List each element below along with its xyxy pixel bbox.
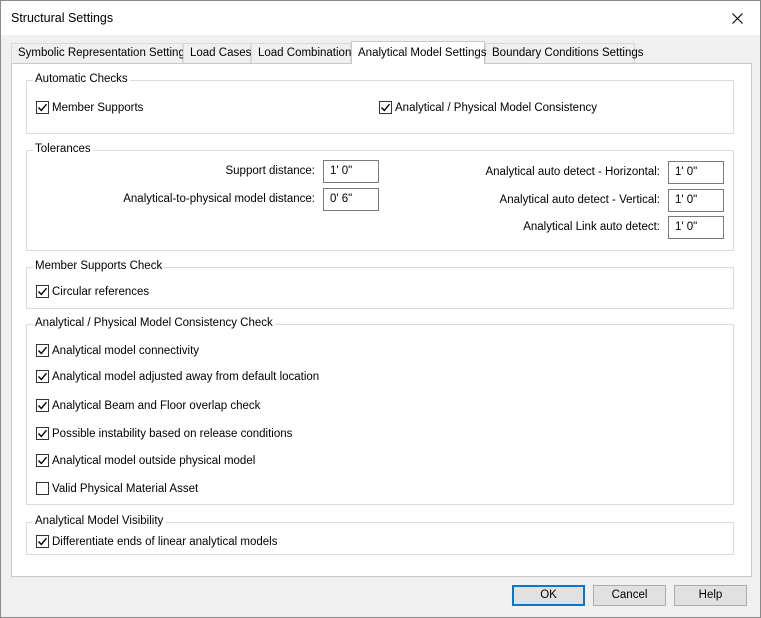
consistency-check-title: Analytical / Physical Model Consistency … (33, 317, 275, 329)
analytical-to-physical-distance-field[interactable]: 0' 6" (323, 188, 379, 211)
close-button[interactable] (714, 1, 760, 35)
tolerances-group: Tolerances Support distance: 1' 0" Analy… (26, 143, 734, 251)
checkbox-box (36, 285, 49, 298)
auto-detect-horizontal-field[interactable]: 1' 0" (668, 161, 724, 184)
automatic-checks-title: Automatic Checks (33, 73, 130, 85)
analytical-to-physical-distance-label: Analytical-to-physical model distance: (123, 193, 315, 205)
checkmark-icon (37, 287, 48, 296)
tab-symbolic-representation-settings[interactable]: Symbolic Representation Settings (11, 43, 191, 63)
checkbox-box (36, 454, 49, 467)
member-supports-check-group: Member Supports Check Circular reference… (26, 260, 734, 309)
link-auto-detect-label: Analytical Link auto detect: (523, 221, 660, 233)
checkbox-box (379, 101, 392, 114)
checkmark-icon (37, 401, 48, 410)
tab-load-combinations[interactable]: Load Combinations (251, 43, 357, 63)
checkbox-label: Valid Physical Material Asset (52, 482, 199, 495)
circular-references-checkbox[interactable]: Circular references (36, 285, 149, 298)
cancel-button[interactable]: Cancel (593, 585, 666, 606)
checkmark-icon (37, 537, 48, 546)
checkbox-label: Circular references (52, 285, 150, 298)
checkbox-box (36, 482, 49, 495)
tab-load-cases[interactable]: Load Cases (183, 43, 251, 63)
outside-physical-model-checkbox[interactable]: Analytical model outside physical model (36, 454, 255, 467)
consistency-check-group: Analytical / Physical Model Consistency … (26, 317, 734, 505)
checkbox-label: Differentiate ends of linear analytical … (52, 535, 278, 548)
analytical-model-connectivity-checkbox[interactable]: Analytical model connectivity (36, 344, 199, 357)
checkbox-label: Analytical model adjusted away from defa… (52, 370, 320, 383)
automatic-checks-group: Automatic Checks Member Supports Analyti… (26, 73, 734, 134)
checkmark-icon (37, 103, 48, 112)
support-distance-label: Support distance: (225, 165, 315, 177)
tab-boundary-conditions-settings[interactable]: Boundary Conditions Settings (485, 43, 644, 63)
tab-analytical-model-settings[interactable]: Analytical Model Settings (351, 41, 486, 64)
consistency-checkbox[interactable]: Analytical / Physical Model Consistency (379, 101, 597, 114)
checkmark-icon (37, 456, 48, 465)
checkbox-box (36, 399, 49, 412)
checkbox-label: Analytical model outside physical model (52, 454, 256, 467)
checkbox-label: Member Supports (52, 101, 144, 114)
valid-physical-material-asset-checkbox[interactable]: Valid Physical Material Asset (36, 482, 198, 495)
auto-detect-horizontal-label: Analytical auto detect - Horizontal: (485, 166, 660, 178)
checkmark-icon (37, 346, 48, 355)
checkbox-box (36, 101, 49, 114)
analytical-model-visibility-group: Analytical Model Visibility Differentiat… (26, 515, 734, 555)
member-supports-checkbox[interactable]: Member Supports (36, 101, 143, 114)
link-auto-detect-field[interactable]: 1' 0" (668, 216, 724, 239)
adjusted-away-from-default-checkbox[interactable]: Analytical model adjusted away from defa… (36, 370, 319, 383)
support-distance-field[interactable]: 1' 0" (323, 160, 379, 183)
beam-floor-overlap-checkbox[interactable]: Analytical Beam and Floor overlap check (36, 399, 260, 412)
checkbox-label: Analytical Beam and Floor overlap check (52, 399, 261, 412)
member-supports-check-title: Member Supports Check (33, 260, 165, 272)
dialog-title: Structural Settings (11, 11, 114, 25)
checkmark-icon (380, 103, 391, 112)
checkbox-box (36, 535, 49, 548)
checkbox-box (36, 427, 49, 440)
analytical-model-visibility-title: Analytical Model Visibility (33, 515, 166, 527)
checkbox-box (36, 344, 49, 357)
ok-button[interactable]: OK (512, 585, 585, 606)
tolerances-title: Tolerances (33, 143, 93, 155)
analytical-model-settings-panel: Automatic Checks Member Supports Analyti… (11, 63, 752, 577)
checkmark-icon (37, 429, 48, 438)
instability-release-conditions-checkbox[interactable]: Possible instability based on release co… (36, 427, 292, 440)
auto-detect-vertical-label: Analytical auto detect - Vertical: (499, 194, 660, 206)
structural-settings-dialog: Structural Settings Symbolic Representat… (0, 0, 761, 618)
title-bar: Structural Settings (1, 1, 760, 35)
checkbox-box (36, 370, 49, 383)
dialog-footer: OK Cancel Help (1, 579, 760, 617)
help-button[interactable]: Help (674, 585, 747, 606)
checkmark-icon (37, 372, 48, 381)
checkbox-label: Analytical / Physical Model Consistency (395, 101, 597, 114)
close-icon (731, 12, 743, 24)
checkbox-label: Analytical model connectivity (52, 344, 200, 357)
auto-detect-vertical-field[interactable]: 1' 0" (668, 189, 724, 212)
checkbox-label: Possible instability based on release co… (52, 427, 293, 440)
differentiate-ends-checkbox[interactable]: Differentiate ends of linear analytical … (36, 535, 277, 548)
